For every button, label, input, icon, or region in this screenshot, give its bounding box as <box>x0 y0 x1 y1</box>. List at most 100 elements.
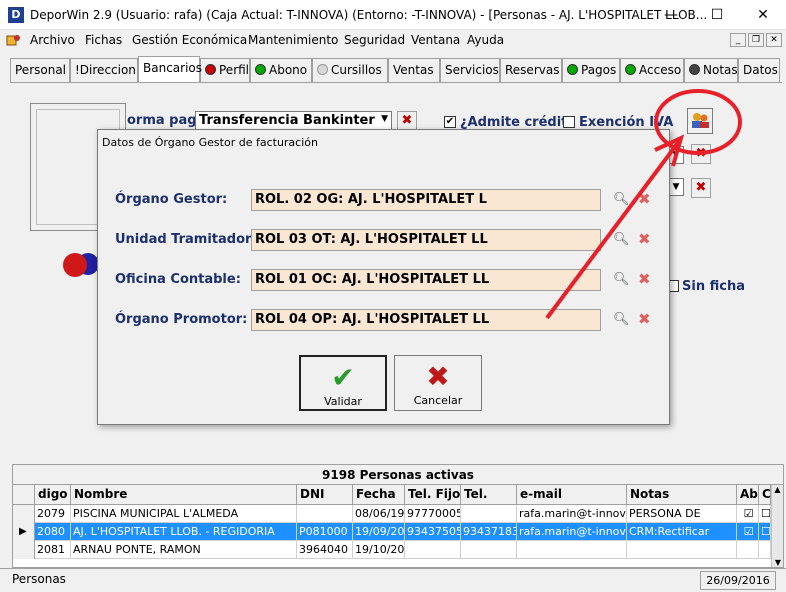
clear-icon[interactable]: ✖ <box>638 190 654 208</box>
cell-fecha: 19/09/20 <box>353 523 405 541</box>
clear-field-button[interactable]: ✖ <box>691 144 711 164</box>
tab-strip: Personal !Direccion Bancarios Perfil Abo… <box>10 56 782 82</box>
mdi-restore-button[interactable]: ❐ <box>748 33 764 47</box>
table-row[interactable]: 2081 ARNAU PONTE, RAMON 3964040 19/10/20 <box>13 541 771 559</box>
cell-notas <box>627 541 737 559</box>
status-bar: Personas 26/09/2016 <box>0 568 786 592</box>
row-indicator <box>13 541 35 559</box>
cell-tel <box>461 505 517 523</box>
menu-ayuda[interactable]: Ayuda <box>467 33 504 47</box>
cell-email: rafa.marin@t-innov <box>517 505 627 523</box>
menu-gestion-economica[interactable]: Gestión Económica <box>132 33 247 47</box>
close-button[interactable]: ✕ <box>740 0 786 30</box>
window-title: DeporWin 2.9 (Usuario: rafa) (Caja Actua… <box>30 8 708 22</box>
menu-fichas[interactable]: Fichas <box>85 33 122 47</box>
maximize-button[interactable]: ☐ <box>694 0 740 30</box>
tab-personal[interactable]: Personal <box>10 58 70 82</box>
cancelar-button[interactable]: ✖ Cancelar <box>394 355 482 411</box>
menu-mantenimiento[interactable]: Mantenimiento <box>248 33 338 47</box>
cell-tel-fijo: 93437505 <box>405 523 461 541</box>
search-icon[interactable]: 🔍︎ <box>613 312 630 328</box>
oficina-contable-label: Oficina Contable: <box>115 272 241 287</box>
mdi-minimize-button[interactable]: _ <box>730 33 746 47</box>
column-header-nombre[interactable]: Nombre <box>71 485 297 505</box>
search-icon[interactable]: 🔍︎ <box>613 192 630 208</box>
clear-forma-pago-button[interactable]: ✖ <box>397 111 417 131</box>
table-row-selected[interactable]: ▶ 2080 AJ. L'HOSPITALET LLOB. - REGIDORI… <box>13 523 771 541</box>
clear-icon[interactable]: ✖ <box>638 310 654 328</box>
oficina-contable-field[interactable]: ROL 01 OC: AJ. L'HOSPITALET LL <box>251 269 601 291</box>
cell-ab-checkbox[interactable]: ☑ <box>737 523 759 541</box>
title-bar: D DeporWin 2.9 (Usuario: rafa) (Caja Act… <box>0 0 786 30</box>
tab-cursillos[interactable]: Cursillos <box>312 58 388 82</box>
search-icon[interactable]: 🔍︎ <box>613 232 630 248</box>
tab-abono[interactable]: Abono <box>250 58 312 82</box>
tab-ventas[interactable]: Ventas <box>388 58 440 82</box>
tab-label: Cursillos <box>331 63 382 77</box>
checkmark-icon: ✔ <box>331 361 355 394</box>
cell-tel <box>461 541 517 559</box>
menu-ventana[interactable]: Ventana <box>411 33 460 47</box>
tab-notas[interactable]: Notas <box>684 58 738 82</box>
status-green-icon <box>567 64 578 75</box>
forma-pago-value: Transferencia Bankinter <box>199 113 375 128</box>
minimize-button[interactable]: — <box>648 0 694 30</box>
mdi-child-icon[interactable] <box>6 33 22 47</box>
cell-tel-fijo <box>405 541 461 559</box>
status-green-icon <box>625 64 636 75</box>
cell-ab-checkbox[interactable] <box>737 541 759 559</box>
forma-pago-select[interactable]: Transferencia Bankinter ▼ <box>195 111 392 131</box>
mdi-close-button[interactable]: ✕ <box>766 33 782 47</box>
column-header-tel[interactable]: Tel. <box>461 485 517 505</box>
cell-c-checkbox[interactable]: ☐ <box>759 523 771 541</box>
column-header-codigo[interactable]: digo <box>35 485 71 505</box>
unidad-tramitadora-field[interactable]: ROL 03 OT: AJ. L'HOSPITALET LL <box>251 229 601 251</box>
tab-direccion[interactable]: !Direccion <box>70 58 138 82</box>
admite-credito-checkbox[interactable]: ✔ <box>444 116 456 128</box>
grid-scrollbar[interactable]: ▲ ▼ <box>771 485 783 567</box>
chevron-down-icon[interactable]: ▼ <box>668 146 684 164</box>
clear-field-button[interactable]: ✖ <box>691 178 711 198</box>
tab-label: Datos <box>743 63 778 77</box>
table-row[interactable]: 2079 PISCINA MUNICIPAL L'ALMEDA 08/06/19… <box>13 505 771 523</box>
organo-gestor-field[interactable]: ROL. 02 OG: AJ. L'HOSPITALET L <box>251 189 601 211</box>
cell-tel: 93437183 <box>461 523 517 541</box>
menu-bar: Archivo Fichas Gestión Económica Manteni… <box>0 30 786 50</box>
dialog-title: Datos de Órgano Gestor de facturación <box>102 136 318 149</box>
menu-archivo[interactable]: Archivo <box>30 33 75 47</box>
tab-reservas[interactable]: Reservas <box>500 58 562 82</box>
validar-button[interactable]: ✔ Validar <box>299 355 387 411</box>
cell-c-checkbox[interactable]: ☐ <box>759 505 771 523</box>
organo-promotor-field[interactable]: ROL 04 OP: AJ. L'HOSPITALET LL <box>251 309 601 331</box>
clear-icon[interactable]: ✖ <box>638 270 654 288</box>
clear-icon[interactable]: ✖ <box>638 230 654 248</box>
exencion-iva-checkbox[interactable] <box>563 116 575 128</box>
tab-servicios[interactable]: Servicios <box>440 58 500 82</box>
cell-fecha: 19/10/20 <box>353 541 405 559</box>
scroll-down-icon: ▼ <box>774 558 782 567</box>
molecule-icon <box>62 250 102 280</box>
tab-acceso[interactable]: Acceso <box>620 58 684 82</box>
column-header-fecha[interactable]: Fecha <box>353 485 405 505</box>
column-header-dni[interactable]: DNI <box>297 485 353 505</box>
column-header-notas[interactable]: Notas <box>627 485 737 505</box>
tab-perfil[interactable]: Perfil <box>200 58 250 82</box>
organo-gestor-button[interactable] <box>687 108 713 134</box>
sin-ficha-label: Sin ficha <box>682 279 745 294</box>
cell-ab-checkbox[interactable]: ☑ <box>737 505 759 523</box>
tab-pagos[interactable]: Pagos <box>562 58 620 82</box>
cell-codigo: 2080 <box>35 523 71 541</box>
forma-pago-label: orma pago <box>127 113 206 128</box>
chevron-down-icon[interactable]: ▼ <box>668 178 684 196</box>
column-header-ab[interactable]: Ab <box>737 485 759 505</box>
column-header-c[interactable]: C <box>759 485 771 505</box>
column-header-email[interactable]: e-mail <box>517 485 627 505</box>
admite-credito-label: ¿Admite crédit <box>460 115 568 130</box>
menu-seguridad[interactable]: Seguridad <box>344 33 405 47</box>
search-icon[interactable]: 🔍︎ <box>613 272 630 288</box>
cell-c-checkbox[interactable] <box>759 541 771 559</box>
tab-bancarios[interactable]: Bancarios <box>138 56 202 82</box>
column-header-tel-fijo[interactable]: Tel. Fijo <box>405 485 461 505</box>
tab-datos[interactable]: Datos <box>738 58 780 82</box>
cancel-x-icon: ✖ <box>426 360 450 393</box>
